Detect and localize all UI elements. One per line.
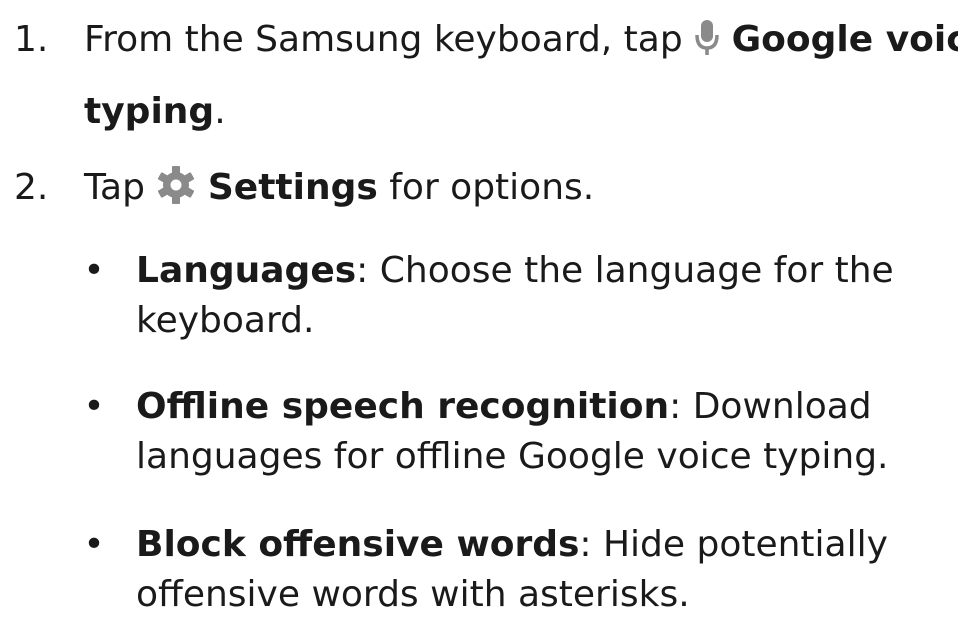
step-instruction: From the Samsung keyboard, tap <box>84 19 683 60</box>
option-text-continued: keyboard. <box>136 300 315 341</box>
step-text: From the Samsung keyboard, tap Google vo… <box>84 4 958 148</box>
microphone-icon <box>694 19 720 57</box>
option-text: : Hide potentially <box>579 524 888 565</box>
step-number: 1. <box>14 19 49 60</box>
step-number: 2. <box>14 167 49 208</box>
bullet: • <box>83 524 105 565</box>
step-bold-term-continued: typing <box>84 91 215 132</box>
step-instruction-tail: for options. <box>377 167 595 208</box>
option-description: Languages: Choose the language for the k… <box>136 246 956 346</box>
option-term: Languages <box>136 250 357 291</box>
step-bold-term: Settings <box>207 167 378 208</box>
step-period: . <box>214 91 226 132</box>
bullet: • <box>83 386 105 427</box>
step-instruction: Tap <box>84 167 145 208</box>
option-text-continued: offensive words with asterisks. <box>136 574 690 615</box>
step-text: Tap Settings for options. <box>84 152 954 224</box>
gear-icon <box>156 165 196 205</box>
option-term: Block offensive words <box>136 524 580 565</box>
option-text: : Choose the language for the <box>356 250 894 291</box>
step-bold-term: Google voice <box>731 19 958 60</box>
option-term: Offline speech recognition <box>136 386 670 427</box>
bullet: • <box>83 250 105 291</box>
option-text: : Download <box>669 386 872 427</box>
option-description: Block offensive words: Hide potentially … <box>136 520 956 620</box>
option-description: Offline speech recognition: Download lan… <box>136 382 956 482</box>
option-text-continued: languages for offline Google voice typin… <box>136 436 889 477</box>
